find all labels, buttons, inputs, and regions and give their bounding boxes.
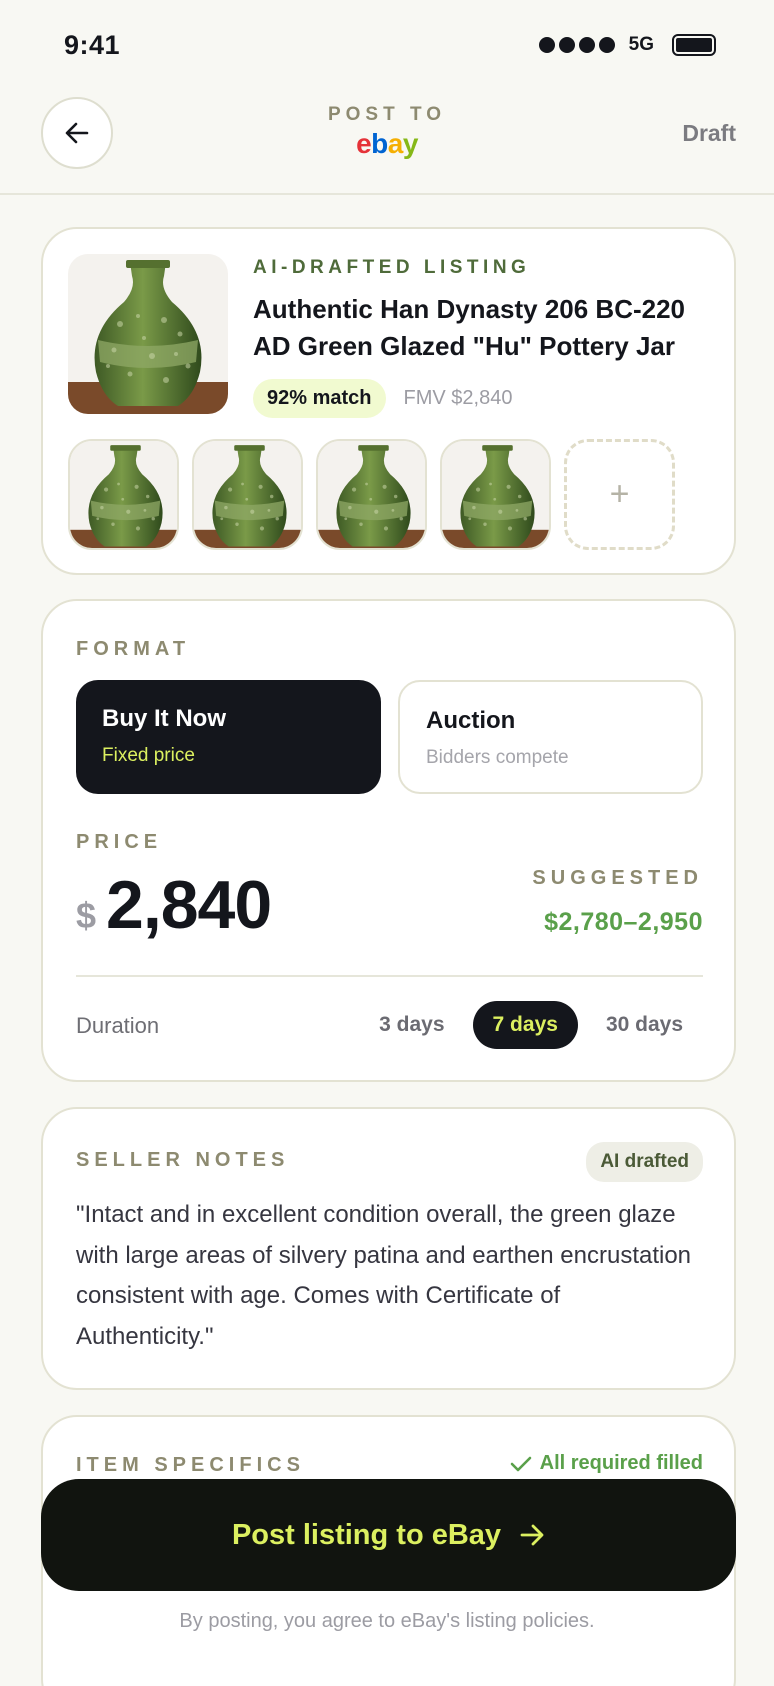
signal-icon <box>538 37 615 53</box>
item-specifics-label: ITEM SPECIFICS <box>76 1454 305 1476</box>
seller-notes-card: SELLER NOTES AI drafted "Intact and in e… <box>41 1107 736 1390</box>
match-badge: 92% match <box>253 379 386 418</box>
ai-drafted-eyebrow: AI-DRAFTED LISTING <box>253 257 531 278</box>
policy-note: By posting, you agree to eBay's listing … <box>179 1610 595 1632</box>
status-time: 9:41 <box>64 30 121 60</box>
format-options: Buy It Now Fixed price Auction Bidders c… <box>76 680 703 794</box>
duration-label: Duration <box>76 1013 160 1038</box>
suggested-price: SUGGESTED $2,780–2,950 <box>532 867 703 937</box>
format-option-subtitle: Fixed price <box>102 745 195 766</box>
check-icon <box>510 1456 531 1471</box>
format-option-title: Auction <box>426 707 516 734</box>
photo-thumbnails: + <box>68 439 675 550</box>
duration-option-7-days[interactable]: 7 days <box>472 1001 578 1049</box>
status-indicators: 5G <box>538 34 716 56</box>
format-label: FORMAT <box>76 638 191 660</box>
photo-thumbnail[interactable] <box>316 439 427 550</box>
ebay-logo: ebay <box>356 128 418 159</box>
seller-notes-label: SELLER NOTES <box>76 1149 290 1171</box>
format-option-title: Buy It Now <box>102 705 226 732</box>
post-to-label: POST TO <box>327 104 447 125</box>
draft-button[interactable]: Draft <box>682 120 736 147</box>
photo-thumbnail[interactable] <box>192 439 303 550</box>
battery-icon <box>672 34 716 56</box>
listing-card: AI-DRAFTED LISTING Authentic Han Dynasty… <box>41 227 736 575</box>
header-title: POST TO ebay <box>0 104 774 160</box>
price-label: PRICE <box>76 831 163 853</box>
ai-drafted-badge: AI drafted <box>586 1142 703 1182</box>
photo-thumbnail[interactable] <box>68 439 179 550</box>
network-label: 5G <box>628 34 654 55</box>
listing-meta: 92% match FMV $2,840 <box>253 379 713 418</box>
listing-info: AI-DRAFTED LISTING Authentic Han Dynasty… <box>253 257 713 418</box>
duration-option-3-days[interactable]: 3 days <box>359 1001 464 1049</box>
format-option-auction[interactable]: Auction Bidders compete <box>398 680 703 794</box>
suggested-range[interactable]: $2,780–2,950 <box>532 908 703 937</box>
item-specifics-status: All required filled <box>510 1452 703 1475</box>
price-value: 2,840 <box>106 867 272 943</box>
price-currency: $ <box>76 895 97 936</box>
format-option-subtitle: Bidders compete <box>426 747 569 768</box>
post-listing-label: Post listing to eBay <box>231 1518 502 1551</box>
price-input[interactable]: $ 2,840 <box>76 866 272 944</box>
item-specifics-status-text: All required filled <box>539 1452 703 1474</box>
listing-title[interactable]: Authentic Han Dynasty 206 BC-220 AD Gree… <box>253 291 713 365</box>
add-photo-button[interactable]: + <box>564 439 675 550</box>
divider <box>76 975 703 977</box>
seller-notes-text[interactable]: "Intact and in excellent condition overa… <box>76 1195 696 1357</box>
post-listing-button[interactable]: Post listing to eBay <box>41 1479 736 1591</box>
fmv-value: FMV $2,840 <box>403 387 513 409</box>
format-option-buy-it-now[interactable]: Buy It Now Fixed price <box>76 680 381 794</box>
format-price-card: FORMAT Buy It Now Fixed price Auction Bi… <box>41 599 736 1082</box>
photo-thumbnail[interactable] <box>440 439 551 550</box>
duration-options: 3 days 7 days 30 days <box>359 1001 703 1049</box>
duration-option-30-days[interactable]: 30 days <box>586 1001 703 1049</box>
suggested-label: SUGGESTED <box>532 867 703 889</box>
arrow-right-icon <box>520 1524 544 1546</box>
header: POST TO ebay Draft <box>0 90 774 195</box>
main-photo[interactable] <box>68 254 228 414</box>
status-bar: 9:41 5G <box>0 0 774 90</box>
